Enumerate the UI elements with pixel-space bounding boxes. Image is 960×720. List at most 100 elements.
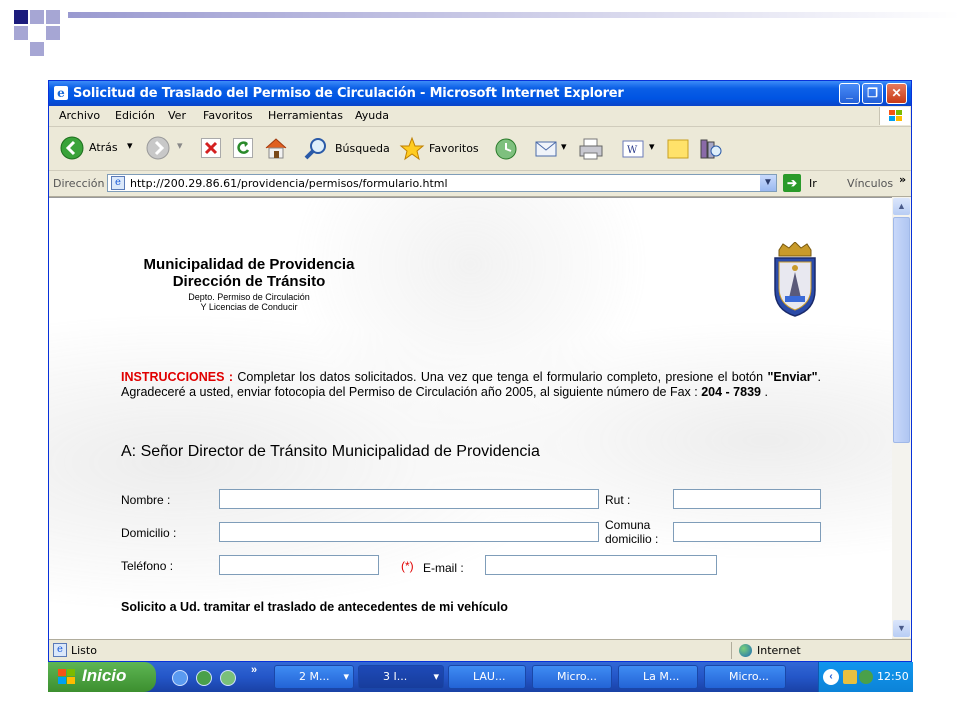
- scroll-thumb[interactable]: [893, 217, 910, 443]
- history-button[interactable]: [493, 136, 519, 162]
- restore-icon: ❐: [867, 86, 878, 100]
- request-text: Solicito a Ud. tramitar el traslado de a…: [121, 600, 508, 614]
- title-bar[interactable]: e Solicitud de Traslado del Permiso de C…: [49, 81, 911, 106]
- domicilio-label: Domicilio :: [121, 526, 177, 540]
- domicilio-input[interactable]: [219, 522, 599, 542]
- system-tray: ‹ 12:50: [818, 662, 913, 692]
- nombre-input[interactable]: [219, 489, 599, 509]
- rut-label: Rut :: [605, 493, 631, 507]
- go-button[interactable]: ➔ Ir: [783, 174, 829, 192]
- taskbar-item-label: 2 M...: [299, 670, 330, 683]
- header-municipality: Municipalidad de Providencia: [143, 256, 355, 273]
- browser-window: e Solicitud de Traslado del Permiso de C…: [48, 80, 912, 662]
- taskbar-item[interactable]: LAU...: [448, 665, 526, 689]
- research-books-icon: [700, 139, 722, 159]
- address-bar: Dirección e http://200.29.86.61/providen…: [49, 171, 911, 197]
- instructions-fax: 204 - 7839: [701, 385, 761, 399]
- comuna-label-line2: domicilio :: [605, 532, 659, 546]
- status-divider: [731, 642, 732, 659]
- forward-arrow-icon: [146, 136, 170, 160]
- research-button[interactable]: [697, 136, 723, 162]
- comuna-label-line1: Comuna: [605, 518, 651, 532]
- discuss-button[interactable]: [665, 137, 691, 161]
- quicklaunch-messenger-icon[interactable]: [220, 670, 236, 686]
- scroll-up-button[interactable]: ▲: [893, 198, 910, 215]
- stop-button[interactable]: [201, 138, 221, 158]
- tray-expand-icon[interactable]: ‹: [823, 669, 839, 685]
- taskbar-item[interactable]: 3 I... ▾: [358, 665, 444, 689]
- instructions-text-c: .: [760, 385, 768, 399]
- instructions-enviar: "Enviar": [767, 370, 818, 384]
- edit-button[interactable]: W ▾: [621, 138, 657, 160]
- home-button[interactable]: [263, 136, 289, 160]
- rut-input[interactable]: [673, 489, 821, 509]
- favorites-button[interactable]: Favoritos: [399, 136, 485, 162]
- address-input[interactable]: e http://200.29.86.61/providencia/permis…: [107, 174, 777, 192]
- slide-decor-square: [30, 26, 44, 40]
- header-department: Depto. Permiso de Circulación: [188, 292, 310, 302]
- vertical-scrollbar[interactable]: ▲ ▼: [892, 197, 911, 638]
- edit-dropdown-icon[interactable]: ▾: [649, 140, 655, 153]
- telefono-input[interactable]: [219, 555, 379, 575]
- taskbar-item[interactable]: Micro...: [532, 665, 612, 689]
- menu-favoritos[interactable]: Favoritos: [203, 109, 253, 122]
- ie-icon: e: [54, 86, 68, 100]
- quicklaunch-chevron-icon[interactable]: »: [251, 664, 257, 676]
- taskbar-item-label: Micro...: [729, 670, 769, 683]
- close-button[interactable]: ✕: [886, 83, 907, 104]
- quicklaunch-ie-icon[interactable]: [172, 670, 188, 686]
- minimize-button[interactable]: _: [839, 83, 860, 104]
- email-label: E-mail :: [423, 561, 464, 575]
- instructions-paragraph: INSTRUCCIONES : Completar los datos soli…: [121, 370, 821, 400]
- mail-button[interactable]: ▾: [533, 136, 573, 162]
- menu-archivo[interactable]: Archivo: [59, 109, 100, 122]
- start-button[interactable]: Inicio: [48, 662, 156, 692]
- clock[interactable]: 12:50: [877, 670, 909, 683]
- email-input[interactable]: [485, 555, 717, 575]
- taskbar-item-label: Micro...: [557, 670, 597, 683]
- window-title: Solicitud de Traslado del Permiso de Cir…: [73, 86, 624, 101]
- address-label: Dirección: [53, 177, 105, 190]
- taskbar-item[interactable]: Micro...: [704, 665, 786, 689]
- tray-network-icon[interactable]: [843, 670, 857, 684]
- links-chevron-icon[interactable]: »: [899, 173, 906, 186]
- forward-button[interactable]: ▾: [145, 135, 189, 161]
- refresh-icon: [237, 141, 250, 154]
- status-zone: Internet: [757, 644, 801, 657]
- mail-dropdown-icon[interactable]: ▾: [561, 140, 567, 153]
- menu-ayuda[interactable]: Ayuda: [355, 109, 389, 122]
- search-icon: [304, 138, 326, 160]
- nombre-label: Nombre :: [121, 493, 171, 507]
- page-content: Municipalidad de Providencia Dirección d…: [49, 197, 892, 639]
- taskbar-group-arrow-icon: ▾: [433, 670, 439, 683]
- tray-users-icon[interactable]: [859, 670, 873, 684]
- forward-dropdown-icon[interactable]: ▾: [177, 139, 183, 152]
- refresh-button[interactable]: [233, 138, 253, 158]
- status-page-icon: e: [53, 643, 67, 657]
- links-label[interactable]: Vínculos: [847, 177, 893, 190]
- search-button[interactable]: Búsqueda: [303, 136, 393, 162]
- maximize-button[interactable]: ❐: [862, 83, 883, 104]
- menu-herramientas[interactable]: Herramientas: [268, 109, 343, 122]
- page-icon: e: [111, 176, 125, 190]
- taskbar-item[interactable]: 2 M... ▾: [274, 665, 354, 689]
- quicklaunch-browser-icon[interactable]: [196, 670, 212, 686]
- back-button[interactable]: Atrás ▾: [55, 135, 137, 161]
- taskbar-item[interactable]: La M...: [618, 665, 698, 689]
- menu-ver[interactable]: Ver: [168, 109, 186, 122]
- back-dropdown-icon[interactable]: ▾: [127, 139, 133, 152]
- print-icon: [579, 138, 603, 160]
- scroll-down-button[interactable]: ▼: [893, 620, 910, 637]
- print-button[interactable]: [577, 136, 605, 162]
- stop-icon: [204, 141, 218, 155]
- close-icon: ✕: [891, 86, 902, 100]
- address-dropdown-button[interactable]: ▼: [760, 175, 776, 191]
- status-bar: e Listo Internet: [49, 639, 911, 661]
- taskbar-item-label: La M...: [643, 670, 680, 683]
- slide-decor-square: [30, 10, 44, 24]
- taskbar-group-arrow-icon: ▾: [343, 670, 349, 683]
- comuna-input[interactable]: [673, 522, 821, 542]
- required-mark: (*): [401, 559, 414, 573]
- status-text: Listo: [71, 644, 97, 657]
- menu-edicion[interactable]: Edición: [115, 109, 155, 122]
